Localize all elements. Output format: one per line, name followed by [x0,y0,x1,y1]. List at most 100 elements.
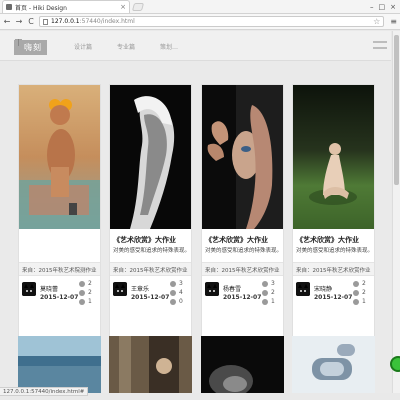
like-count: 2 [362,280,366,287]
favorite-stat[interactable]: 2 [79,288,101,297]
like-icon [262,280,268,287]
work-card[interactable]: 《艺术欣赏》大作业 对美的感受和追求的特殊表现。… 来自：2015年秋艺术欣赏作… [292,84,375,362]
maximize-button[interactable]: □ [379,3,386,11]
like-icon [353,280,359,287]
avatar[interactable] [205,282,219,296]
photo-dark-shoulder [201,336,284,393]
new-tab-button[interactable] [131,2,145,11]
menu-toggle-icon[interactable] [373,41,387,49]
status-bar-url: 127.0.0.1:57440/index.html# [0,387,89,396]
author-info: 莫晓蕾 2015-12-07 2 2 1 [22,279,101,310]
address-bar[interactable]: 127.0.0.1 :57440/index.html ☆ [39,16,385,27]
favorite-count: 4 [179,289,183,296]
author-name[interactable]: 宋晓静 [314,284,332,293]
work-description: 对美的感受和追求的特殊表现。… [113,248,190,254]
work-image[interactable] [293,85,374,229]
favorite-stat[interactable]: 2 [353,288,375,297]
minimize-button[interactable]: – [370,3,374,11]
work-image-photo-girl-with-oranges [19,85,100,229]
tab-title: 首页 - Hiki Design [15,4,67,12]
favorite-stat[interactable]: 4 [170,288,192,297]
comment-stat[interactable]: 0 [170,297,192,306]
favorite-icon [262,289,268,296]
like-stat[interactable]: 3 [262,279,284,288]
work-stats: 3 4 0 [170,279,192,306]
author-info: 宋晓静 2015-12-07 2 2 1 [296,279,375,310]
work-image-next-row[interactable] [18,336,101,393]
nav-link-plan[interactable]: 策划… [160,42,178,51]
browser-toolbar: ← → C 127.0.0.1 :57440/index.html ☆ ≡ [0,14,400,30]
work-image[interactable] [19,85,100,229]
site-favicon-icon [6,4,12,10]
scrollbar-thumb[interactable] [394,35,399,185]
work-image-next-row[interactable] [109,336,192,393]
comment-stat[interactable]: 1 [262,297,284,306]
comment-count: 1 [271,298,275,305]
favorite-icon [170,289,176,296]
browser-tab[interactable]: 首页 - Hiki Design × [2,0,130,13]
author-name[interactable]: 莫晓蕾 [40,284,58,293]
work-image-photo-woman-on-grass [293,85,374,229]
work-image-next-row[interactable] [292,336,375,393]
like-count: 3 [179,280,183,287]
window-controls: – □ × [370,3,396,11]
comment-icon [79,298,85,305]
work-image[interactable] [110,85,191,229]
post-date: 2015-12-07 [131,294,170,301]
work-stats: 2 2 1 [353,279,375,306]
tab-close-icon[interactable]: × [120,3,126,11]
comment-stat[interactable]: 1 [353,297,375,306]
author-name[interactable]: 王章乐 [131,284,149,293]
like-stat[interactable]: 3 [170,279,192,288]
photo-interior-figure [109,336,192,393]
work-title[interactable]: 《艺术欣赏》大作业 [113,235,176,245]
floating-action-button[interactable] [390,356,400,372]
like-stat[interactable]: 2 [353,279,375,288]
work-card[interactable]: 《艺术欣赏》大作业 对美的感受和追求的特殊表现。… 来自：2015年秋艺术欣赏作… [109,84,192,362]
work-card[interactable]: 来自：2015年秋艺术院测作业 莫晓蕾 2015-12-07 2 2 1 [18,84,101,362]
reload-button[interactable]: C [27,14,35,30]
work-stats: 2 2 1 [79,279,101,306]
work-description: 对美的感受和追求的特殊表现。… [296,248,373,254]
work-source: 来自：2015年秋艺术欣赏作业 [202,262,283,276]
work-image-next-row[interactable] [201,336,284,393]
work-title[interactable]: 《艺术欣赏》大作业 [205,235,268,245]
like-count: 2 [88,280,92,287]
url-host: 127.0.0.1 [51,18,80,25]
site-header: 嗨刻 ⊤ 设计篇 专业篇 策划… [0,31,391,61]
page-scrollbar[interactable] [392,31,400,393]
back-button[interactable]: ← [3,14,11,30]
forward-button[interactable]: → [15,14,23,30]
work-stats: 3 2 1 [262,279,284,306]
avatar[interactable] [113,282,127,296]
work-card[interactable]: 《艺术欣赏》大作业 对美的感受和追求的特殊表现。… 来自：2015年秋艺术欣赏作… [201,84,284,362]
favorite-stat[interactable]: 2 [262,288,284,297]
nav-link-design[interactable]: 设计篇 [74,42,92,51]
nav-link-major[interactable]: 专业篇 [117,42,135,51]
work-title[interactable]: 《艺术欣赏》大作业 [296,235,359,245]
post-date: 2015-12-07 [314,294,353,301]
bookmark-star-icon[interactable]: ☆ [373,17,380,26]
post-date: 2015-12-07 [223,294,262,301]
comment-icon [262,298,268,305]
author-name[interactable]: 杨春雪 [223,284,241,293]
comment-count: 1 [88,298,92,305]
comment-count: 1 [362,298,366,305]
avatar[interactable] [296,282,310,296]
comment-icon [353,298,359,305]
favorite-icon [353,289,359,296]
like-stat[interactable]: 2 [79,279,101,288]
like-icon [79,280,85,287]
work-image[interactable] [202,85,283,229]
browser-menu-icon[interactable]: ≡ [390,17,397,26]
author-info: 王章乐 2015-12-07 3 4 0 [113,279,192,310]
author-info: 杨春雪 2015-12-07 3 2 1 [205,279,284,310]
work-image-photo-hand-face [202,85,283,229]
close-window-button[interactable]: × [390,3,396,11]
comment-stat[interactable]: 1 [79,297,101,306]
post-date: 2015-12-07 [40,294,79,301]
avatar[interactable] [22,282,36,296]
photo-cans [292,336,375,393]
page-icon [43,18,48,25]
cat-avatar-icon [296,283,310,296]
